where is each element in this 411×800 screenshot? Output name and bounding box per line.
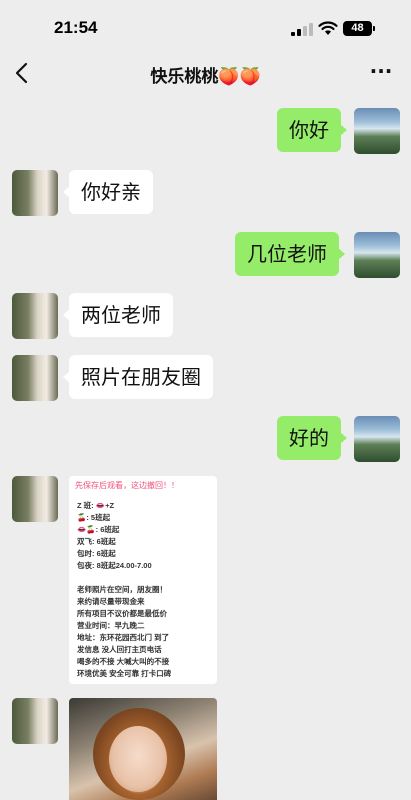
message-bubble-received[interactable]: 你好亲 bbox=[63, 170, 153, 214]
message-bubble-sent[interactable]: 几位老师 bbox=[235, 232, 345, 276]
cellular-signal-icon bbox=[291, 23, 313, 36]
wifi-icon bbox=[318, 21, 338, 35]
info-card-line: Z 班: 👄+Z bbox=[77, 501, 115, 510]
info-card-header: 先保存后观看，这边撤回！！ bbox=[75, 481, 179, 490]
info-card-line: 环境优美 安全可靠 打卡口碑 bbox=[77, 669, 172, 678]
photo-message[interactable] bbox=[69, 698, 217, 800]
chat-header: 快乐桃桃🍑🍑 ··· bbox=[0, 56, 411, 94]
info-card-line: 老师照片在空间，朋友圈！ bbox=[77, 585, 167, 594]
info-card-line: 地址：东环花园西北门 到了 bbox=[77, 633, 170, 642]
info-card-line: 🍒: 5班起 bbox=[77, 513, 111, 522]
info-image-message[interactable]: 先保存后观看，这边撤回！！ Z 班: 👄+Z 🍒: 5班起 👄🍒: 6班起 双飞… bbox=[69, 476, 217, 684]
contact-avatar[interactable] bbox=[12, 293, 58, 339]
contact-avatar[interactable] bbox=[12, 355, 58, 401]
contact-avatar[interactable] bbox=[12, 476, 58, 522]
info-card-line: 营业时间：早九晚二 bbox=[77, 621, 145, 630]
status-time: 21:54 bbox=[54, 18, 98, 37]
more-options-icon[interactable]: ··· bbox=[366, 60, 396, 86]
message-bubble-sent[interactable]: 好的 bbox=[277, 416, 347, 460]
info-card-line: 来约请尽量带现金来 bbox=[77, 597, 145, 606]
info-card-line: 包时: 6班起 bbox=[77, 549, 116, 558]
battery-indicator: 48 bbox=[343, 21, 375, 36]
message-bubble-sent[interactable]: 你好 bbox=[277, 108, 347, 152]
status-bar: 21:54 48 bbox=[0, 0, 411, 56]
message-bubble-received[interactable]: 两位老师 bbox=[63, 293, 173, 337]
info-card-line: 发信息 没人回打主页电话 bbox=[77, 645, 162, 654]
info-card-line: 所有项目不议价都是最低价 bbox=[77, 609, 167, 618]
my-avatar[interactable] bbox=[354, 232, 400, 278]
info-card-line: 包夜: 8班起24.00-7.00 bbox=[77, 561, 152, 570]
info-card-line: 👄🍒: 6班起 bbox=[77, 525, 120, 534]
message-bubble-received[interactable]: 照片在朋友圈 bbox=[63, 355, 213, 399]
info-card-line: 双飞: 6班起 bbox=[77, 537, 116, 546]
photo-face bbox=[109, 726, 167, 792]
contact-avatar[interactable] bbox=[12, 170, 58, 216]
contact-avatar[interactable] bbox=[12, 698, 58, 744]
info-card-line: 喝多的不接 大喊大叫的不接 bbox=[77, 657, 170, 666]
my-avatar[interactable] bbox=[354, 108, 400, 154]
my-avatar[interactable] bbox=[354, 416, 400, 462]
chat-title: 快乐桃桃🍑🍑 bbox=[150, 67, 261, 87]
